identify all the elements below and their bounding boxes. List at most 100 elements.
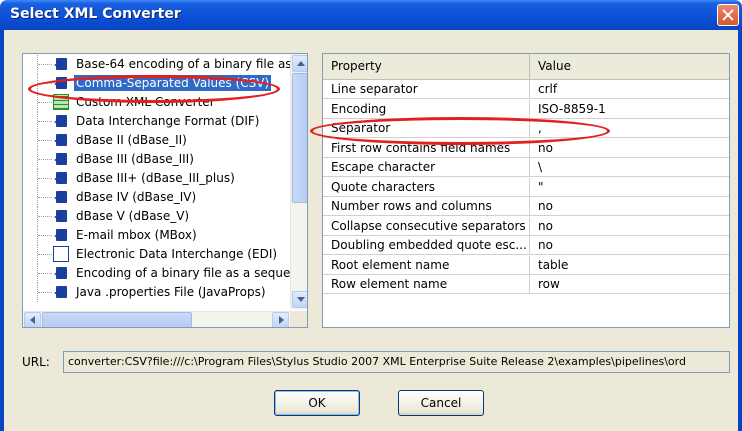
column-header-property[interactable]: Property (323, 54, 530, 79)
converter-item[interactable]: dBase III (dBase_III) (23, 150, 295, 169)
converter-icon (53, 113, 69, 129)
column-header-value[interactable]: Value (530, 54, 729, 79)
property-row[interactable]: Doubling embedded quote esc... no (323, 236, 729, 255)
property-value[interactable]: table (530, 256, 729, 274)
property-value[interactable]: , (530, 119, 729, 137)
property-value[interactable]: no (530, 197, 729, 215)
converter-icon (53, 208, 69, 224)
converter-item-label: E-mail mbox (MBox) (76, 228, 197, 242)
property-name: Quote characters (323, 177, 530, 196)
tree-branch-line (38, 254, 52, 255)
url-label: URL: (22, 355, 50, 369)
property-name: Escape character (323, 158, 530, 176)
property-name: Row element name (323, 275, 530, 293)
tree-branch-line (38, 159, 52, 160)
property-row[interactable]: Number rows and columns no (323, 197, 729, 216)
property-grid[interactable]: Property Value Line separator crlf Encodin… (322, 53, 730, 328)
converter-icon (53, 151, 69, 167)
tree-branch-line (38, 292, 52, 293)
converter-item-label: dBase II (dBase_II) (76, 133, 187, 147)
grid-icon (53, 94, 69, 110)
converter-item-label: Encoding of a binary file as a seque (76, 266, 291, 280)
tree-branch-line (38, 64, 52, 65)
url-field[interactable]: converter:CSV?file:///c:\Program Files\S… (63, 351, 730, 373)
window-title: Select XML Converter (10, 6, 181, 22)
property-name: Doubling embedded quote esc... (323, 236, 530, 254)
property-value[interactable]: " (530, 178, 729, 196)
vertical-scroll-thumb[interactable] (292, 73, 307, 203)
property-row[interactable]: Collapse consecutive separators no (323, 216, 729, 236)
property-name: First row contains field names (323, 138, 530, 157)
property-value[interactable]: no (530, 139, 729, 157)
tree-branch-line (38, 121, 52, 122)
converter-item-label: Data Interchange Format (DIF) (76, 114, 260, 128)
tree-branch-line (38, 83, 52, 84)
converter-item[interactable]: Encoding of a binary file as a seque (23, 264, 295, 283)
property-row[interactable]: First row contains field names no (323, 138, 729, 158)
property-value[interactable]: \ (530, 158, 729, 176)
converter-item-label: dBase III+ (dBase_III_plus) (76, 171, 235, 185)
property-name: Root element name (323, 255, 530, 274)
property-name: Separator (323, 119, 530, 137)
converter-item[interactable]: Electronic Data Interchange (EDI) (23, 245, 295, 264)
tree-branch-line (38, 235, 52, 236)
converter-item[interactable]: Data Interchange Format (DIF) (23, 112, 295, 131)
property-grid-header: Property Value (323, 54, 729, 80)
converter-item[interactable]: dBase V (dBase_V) (23, 207, 295, 226)
converter-item[interactable]: dBase IV (dBase_IV) (23, 188, 295, 207)
property-value[interactable]: no (530, 217, 729, 235)
scroll-up-icon[interactable] (292, 55, 307, 72)
property-row[interactable]: Quote characters " (323, 177, 729, 197)
title-bar[interactable]: Select XML Converter (0, 0, 742, 30)
tree-branch-line (38, 140, 52, 141)
tree-branch-line (38, 178, 52, 179)
converter-item-label: dBase IV (dBase_IV) (76, 190, 197, 204)
converter-icon (53, 284, 69, 300)
close-icon[interactable] (717, 4, 739, 26)
property-row[interactable]: Encoding ISO-8859-1 (323, 99, 729, 119)
tree-branch-line (38, 216, 52, 217)
converter-item[interactable]: E-mail mbox (MBox) (23, 226, 295, 245)
converter-item-label: dBase III (dBase_III) (76, 152, 194, 166)
converter-icon (53, 56, 69, 72)
converter-icon (53, 132, 69, 148)
property-value[interactable]: no (530, 236, 729, 254)
converter-icon (53, 265, 69, 281)
converter-item[interactable]: Base-64 encoding of a binary file as (23, 55, 295, 74)
tree-branch-line (38, 102, 52, 103)
converter-item[interactable]: Java .properties File (JavaProps) (23, 283, 295, 302)
cancel-button[interactable]: Cancel (398, 390, 484, 416)
converter-item-label: dBase V (dBase_V) (76, 209, 190, 223)
converter-item-label: Java .properties File (JavaProps) (76, 285, 266, 299)
property-value[interactable]: ISO-8859-1 (530, 100, 729, 118)
scroll-down-icon[interactable] (292, 291, 307, 308)
converter-icon (53, 170, 69, 186)
vertical-scrollbar[interactable] (290, 54, 307, 310)
converter-icon (53, 227, 69, 243)
converter-item-label: Custom XML Converter (76, 95, 215, 109)
edi-icon (53, 246, 69, 262)
property-row[interactable]: Line separator crlf (323, 80, 729, 99)
scroll-corner (290, 311, 307, 327)
property-value[interactable]: row (530, 275, 729, 293)
property-row[interactable]: Separator, (323, 119, 729, 138)
scroll-right-icon[interactable] (272, 312, 289, 327)
converter-list[interactable]: Base-64 encoding of a binary file as Comm… (22, 53, 308, 328)
converter-item-label: Electronic Data Interchange (EDI) (76, 247, 278, 261)
converter-item[interactable]: dBase III+ (dBase_III_plus) (23, 169, 295, 188)
scroll-left-icon[interactable] (24, 312, 41, 327)
property-name: Encoding (323, 99, 530, 118)
ok-button[interactable]: OK (274, 390, 360, 416)
converter-item[interactable]: Comma-Separated Values (CSV) (23, 74, 295, 93)
property-value[interactable]: crlf (530, 80, 729, 98)
property-name: Line separator (323, 80, 530, 98)
converter-item[interactable]: dBase II (dBase_II) (23, 131, 295, 150)
converter-item-label: Base-64 encoding of a binary file as (76, 57, 292, 71)
horizontal-scrollbar[interactable] (23, 311, 290, 327)
converter-item[interactable]: Custom XML Converter (23, 93, 295, 112)
property-row[interactable]: Escape character \ (323, 158, 729, 177)
property-row[interactable]: Root element name table (323, 255, 729, 275)
converter-icon (53, 75, 69, 91)
horizontal-scroll-thumb[interactable] (42, 312, 192, 327)
property-row[interactable]: Row element name row (323, 275, 729, 294)
